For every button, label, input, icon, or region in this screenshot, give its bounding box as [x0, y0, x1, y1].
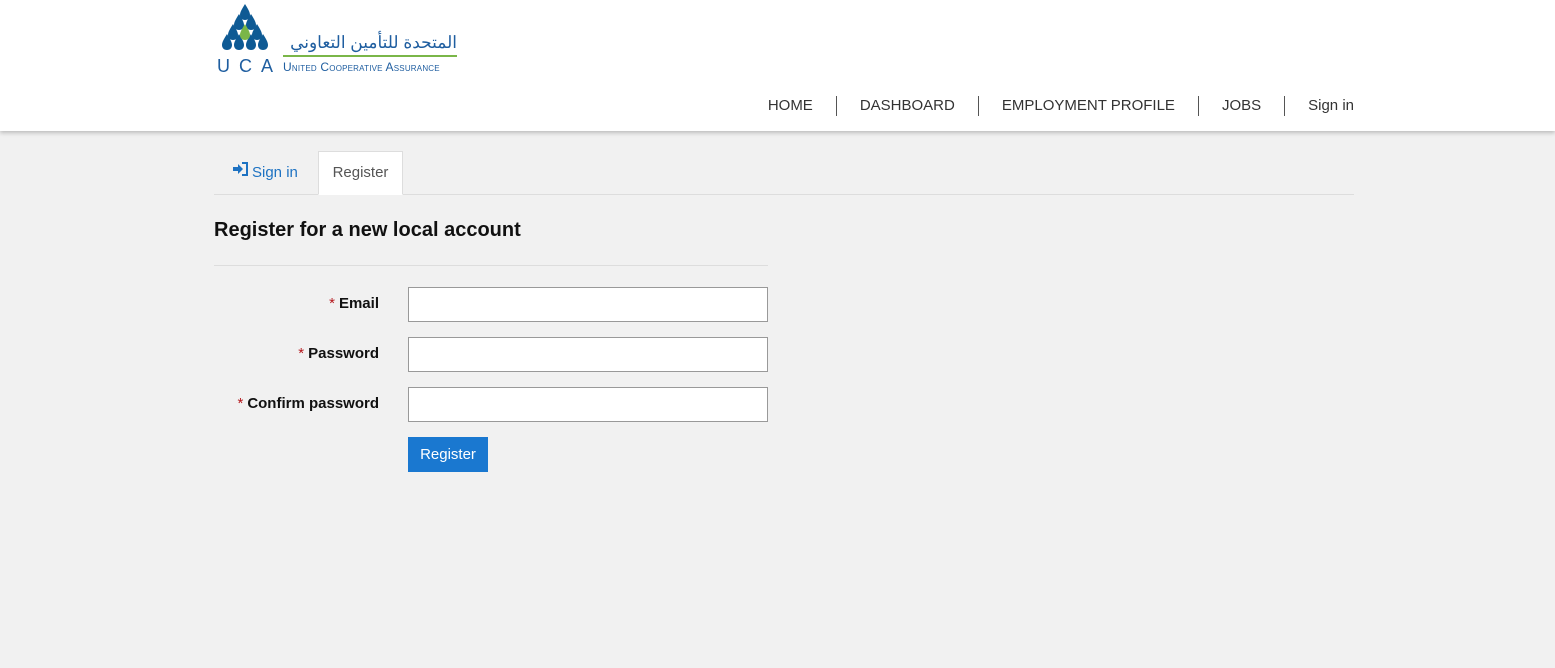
password-label: * Password — [214, 345, 379, 362]
tab-register[interactable]: Register — [318, 151, 403, 195]
email-field[interactable] — [408, 287, 768, 322]
uca-logo[interactable]: U C A المتحدة للتأمين التعاوني United Co… — [217, 4, 462, 76]
confirm-password-label: * Confirm password — [214, 395, 379, 412]
confirm-password-label-text: Confirm password — [247, 395, 379, 412]
password-label-text: Password — [308, 345, 379, 362]
required-marker: * — [298, 345, 305, 362]
logo-letter: A — [260, 56, 273, 76]
tab-sign-in[interactable]: Sign in — [218, 151, 313, 195]
tab-register-label: Register — [332, 164, 389, 181]
logo-letter: C — [238, 56, 252, 76]
auth-tabs: Sign in Register — [214, 151, 1354, 195]
confirm-password-field[interactable] — [408, 387, 768, 422]
site-header: U C A المتحدة للتأمين التعاوني United Co… — [0, 0, 1555, 131]
sign-in-icon — [233, 150, 249, 194]
logo-letter: U — [217, 56, 230, 76]
email-label: * Email — [214, 295, 379, 312]
register-button[interactable]: Register — [408, 437, 488, 472]
nav-home[interactable]: HOME — [745, 96, 836, 116]
logo-emblem-icon — [222, 4, 268, 50]
required-marker: * — [237, 395, 244, 412]
nav-jobs[interactable]: JOBS — [1197, 96, 1284, 116]
title-divider — [214, 265, 768, 266]
page-title: Register for a new local account — [214, 219, 521, 241]
logo-arabic-name: المتحدة للتأمين التعاوني — [290, 33, 457, 52]
nav-sign-in[interactable]: Sign in — [1284, 96, 1354, 116]
main-nav: HOME DASHBOARD EMPLOYMENT PROFILE JOBS S… — [745, 96, 1354, 116]
required-marker: * — [329, 295, 335, 312]
logo-divider — [283, 55, 457, 57]
email-label-text: Email — [338, 295, 379, 312]
logo-english-name: United Cooperative Assurance — [283, 60, 440, 74]
password-field[interactable] — [408, 337, 768, 372]
nav-employment-profile[interactable]: EMPLOYMENT PROFILE — [977, 96, 1198, 116]
logo-letters: U C A — [217, 56, 273, 77]
tab-sign-in-label: Sign in — [252, 164, 298, 181]
nav-dashboard[interactable]: DASHBOARD — [835, 96, 978, 116]
